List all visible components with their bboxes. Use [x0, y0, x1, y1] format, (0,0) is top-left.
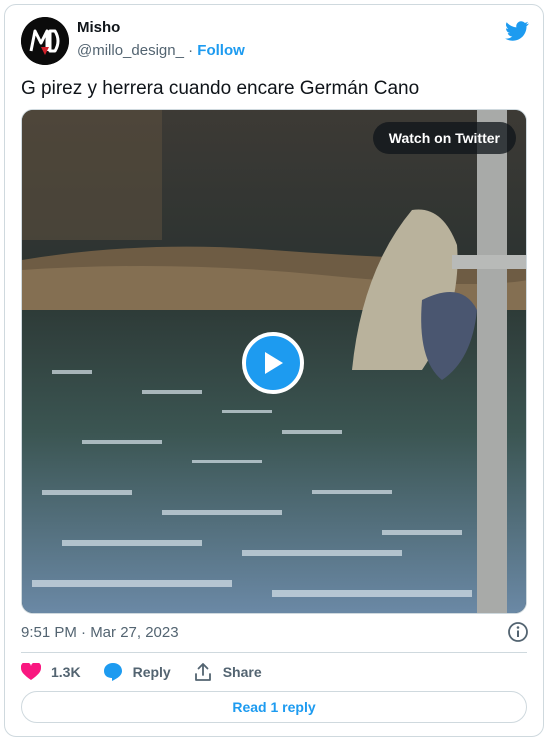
like-count: 1.3K — [51, 664, 81, 680]
share-button[interactable]: Share — [193, 662, 262, 682]
video-thumbnail[interactable]: Watch on Twitter — [21, 109, 527, 614]
like-button[interactable]: 1.3K — [21, 663, 81, 681]
tweet-text: G pirez y herrera cuando encare Germán C… — [21, 78, 420, 99]
tweet-card: Misho @millo_design_ · Follow G pirez y … — [4, 4, 544, 737]
author-handle-row: @millo_design_ · Follow — [77, 42, 245, 59]
reply-label: Reply — [132, 664, 171, 680]
action-bar: 1.3K Reply Share — [21, 660, 284, 684]
info-icon[interactable] — [507, 621, 529, 643]
follow-button[interactable]: Follow — [197, 42, 245, 59]
heart-icon — [21, 663, 41, 680]
share-icon — [194, 663, 211, 681]
read-replies-button[interactable]: Read 1 reply — [21, 691, 527, 723]
author-handle[interactable]: @millo_design_ — [77, 42, 184, 59]
avatar[interactable] — [21, 17, 69, 65]
watch-on-twitter-button[interactable]: Watch on Twitter — [372, 122, 516, 154]
author-name[interactable]: Misho — [77, 19, 120, 36]
reply-button[interactable]: Reply — [103, 662, 171, 682]
reply-bubble-icon — [103, 663, 122, 681]
avatar-logo-icon — [21, 17, 69, 65]
divider — [21, 652, 527, 653]
share-label: Share — [222, 664, 262, 680]
play-icon — [265, 352, 283, 374]
play-button[interactable] — [242, 332, 304, 394]
separator-dot: · — [188, 42, 194, 59]
tweet-timestamp[interactable]: 9:51 PM · Mar 27, 2023 — [21, 624, 179, 641]
twitter-bird-icon[interactable] — [505, 19, 529, 43]
